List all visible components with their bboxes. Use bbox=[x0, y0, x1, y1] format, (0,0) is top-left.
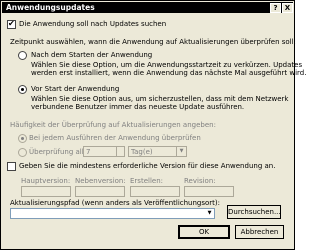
checkmark-icon: ✔ bbox=[8, 19, 15, 28]
check-updates-checkbox[interactable]: ✔ bbox=[7, 19, 16, 29]
radio-after-start[interactable] bbox=[18, 51, 27, 60]
radio-each-run[interactable] bbox=[18, 134, 27, 143]
interval-stepper[interactable]: 7 bbox=[83, 146, 125, 157]
major-version-field[interactable] bbox=[21, 186, 71, 197]
build-label: Erstellen: bbox=[130, 177, 163, 185]
interval-unit-select[interactable]: Tag(e) ▼ bbox=[128, 146, 187, 157]
check-updates-label: Die Anwendung soll nach Updates suchen bbox=[19, 20, 167, 28]
after-start-label: Nach dem Starten der Anwendung bbox=[31, 51, 153, 59]
minor-version-field[interactable] bbox=[75, 186, 125, 197]
radio-before-start[interactable] bbox=[18, 85, 27, 94]
frequency-heading: Häufigkeit der Überprüfung auf Aktualisi… bbox=[10, 121, 216, 129]
browse-button[interactable]: Durchsuchen... bbox=[227, 205, 281, 219]
each-run-label: Bei jedem Ausführen der Anwendung überpr… bbox=[29, 134, 201, 142]
interval-value: 7 bbox=[86, 148, 91, 156]
before-start-desc-1: Wählen Sie diese Option aus, um sicherzu… bbox=[31, 95, 289, 103]
after-start-desc-2: werden erst installiert, wenn die Anwend… bbox=[31, 69, 307, 77]
update-dialog: Anwendungsupdates ? X ✔ Die Anwendung so… bbox=[0, 0, 306, 250]
stepper-arrows-icon[interactable] bbox=[116, 147, 124, 156]
radio-selected-dot-icon bbox=[21, 88, 24, 91]
revision-field[interactable] bbox=[184, 186, 234, 197]
minor-version-label: Nebenversion: bbox=[75, 177, 126, 185]
update-path-input[interactable]: ▼ bbox=[10, 208, 215, 219]
radio-every[interactable] bbox=[18, 148, 27, 157]
after-start-desc-1: Wählen Sie diese Option, um die Anwendun… bbox=[31, 61, 303, 69]
before-start-desc-2: verbundene Benutzer immer das neueste Up… bbox=[31, 103, 245, 111]
min-version-label: Geben Sie die mindestens erforderliche V… bbox=[19, 162, 276, 170]
update-path-label: Aktualisierungspfad (wenn anders als Ver… bbox=[10, 199, 221, 207]
chevron-down-icon[interactable]: ▼ bbox=[205, 209, 214, 218]
min-version-checkbox[interactable] bbox=[7, 162, 16, 171]
chevron-down-icon: ▼ bbox=[176, 147, 186, 156]
title-bar: Anwendungsupdates ? X bbox=[2, 2, 293, 13]
cancel-button[interactable]: Abbrechen bbox=[235, 225, 284, 239]
interval-unit-value: Tag(e) bbox=[131, 148, 153, 156]
radio-selected-dot-icon bbox=[21, 137, 24, 140]
help-button[interactable]: ? bbox=[270, 3, 281, 13]
close-button[interactable]: X bbox=[282, 3, 293, 13]
major-version-label: Hauptversion: bbox=[21, 177, 71, 185]
before-start-label: Vor Start der Anwendung bbox=[31, 85, 120, 93]
dialog-title: Anwendungsupdates bbox=[6, 3, 95, 12]
timing-prompt: Zeitpunkt auswählen, wann die Anwendung … bbox=[10, 38, 296, 46]
every-label: Überprüfung alle: bbox=[29, 148, 91, 156]
ok-button[interactable]: OK bbox=[178, 225, 230, 239]
revision-label: Revision: bbox=[184, 177, 216, 185]
build-field[interactable] bbox=[130, 186, 180, 197]
